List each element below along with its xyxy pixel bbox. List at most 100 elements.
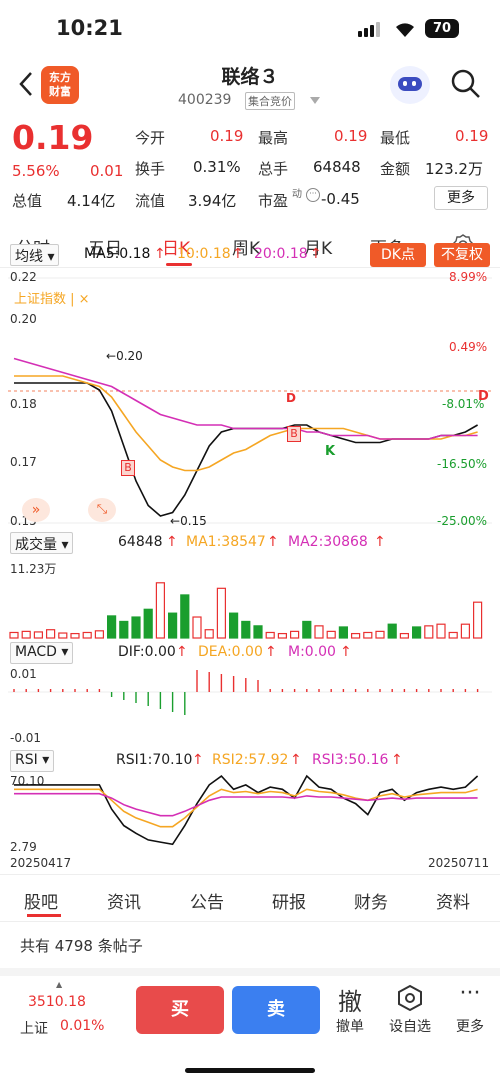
more-label[interactable]: 更多 (450, 1016, 490, 1036)
turnover-label: 换手 (135, 160, 166, 178)
y-tick-right: -25.00% (437, 514, 488, 528)
m-legend: M:0.00 (288, 644, 336, 660)
ma-line-20 (13, 357, 478, 440)
kline-chart[interactable] (0, 268, 500, 530)
vol-ma2-legend: MA2:30868 (288, 534, 368, 550)
float-label: 流值 (135, 192, 166, 210)
tab-research[interactable]: 研报 (272, 888, 306, 913)
tab-announcements[interactable]: 公告 (190, 888, 224, 913)
volume-bar (412, 626, 422, 639)
y-tick: 0.20 (10, 312, 37, 326)
y-tick: 0.22 (10, 270, 37, 284)
volume-bar (460, 623, 470, 639)
more-quote-button[interactable]: 更多 (434, 186, 488, 210)
rsi2-legend: RSI2:57.92 (212, 752, 289, 768)
tab-finance[interactable]: 财务 (354, 888, 388, 913)
index-pct: 0.01% (60, 1018, 105, 1034)
rsi-indicator-select[interactable]: RSI ▾ (10, 750, 55, 772)
macd-chart[interactable] (0, 665, 500, 745)
volume-bar (302, 620, 312, 639)
volume-chart[interactable] (0, 575, 500, 639)
volume-bar (241, 620, 251, 639)
watchlist-icon[interactable] (396, 984, 424, 1012)
rsi-chart[interactable] (0, 770, 500, 855)
y-tick: 0.17 (10, 455, 37, 469)
cancel-order-icon[interactable]: 撤 (330, 982, 370, 1017)
arrow-up-icon: ↑ (310, 246, 322, 262)
more-icon[interactable]: ··· (450, 983, 490, 1005)
volume-bar (168, 612, 178, 639)
active-tab-indicator (166, 263, 192, 266)
expand-left-icon[interactable]: » (22, 498, 50, 522)
pe-sup: 动 (292, 189, 302, 200)
min-label: ←0.15 (170, 514, 207, 528)
volume-bar (387, 623, 397, 639)
cancel-order-label[interactable]: 撤单 (330, 1016, 370, 1036)
date-start: 20250417 (10, 856, 72, 870)
volume-bar (253, 625, 263, 639)
kline-indicator-select[interactable]: 均线 ▾ (10, 244, 60, 266)
info-icon[interactable]: ··· (306, 188, 320, 202)
divider (0, 874, 500, 875)
signal-icon (358, 22, 382, 41)
volume-bar (70, 632, 80, 639)
arrow-up-icon: ↑ (192, 752, 204, 768)
volume-bar (82, 631, 92, 639)
volume-bar (399, 632, 409, 639)
buy-marker[interactable]: B (121, 460, 135, 476)
ma10-legend: 10:0.18 (177, 246, 231, 262)
change-amount: 0.01 (90, 162, 124, 180)
volume-indicator-select[interactable]: 成交量 ▾ (10, 532, 74, 554)
tab-news[interactable]: 资讯 (107, 888, 141, 913)
volume-legend: 64848 (118, 534, 163, 550)
overlay-index-label[interactable]: 上证指数 | × (14, 288, 90, 307)
volume-bar (9, 631, 19, 639)
open-value: 0.19 (210, 127, 244, 145)
volume-bar (180, 594, 190, 639)
volume-bar (290, 630, 300, 639)
volume-bar (192, 616, 202, 639)
index-value[interactable]: 3510.18 (28, 994, 86, 1010)
rsi-line-rsi2 (14, 788, 478, 828)
watchlist-label[interactable]: 设自选 (385, 1016, 435, 1036)
k-marker[interactable]: K (325, 444, 335, 459)
volume-bar (338, 626, 348, 639)
arrow-up-icon: ↑ (265, 644, 277, 660)
buy-marker[interactable]: B (287, 426, 301, 442)
caret-up-icon: ▲ (56, 980, 63, 989)
volume-bar (424, 625, 434, 639)
no-adjust-button[interactable]: 不复权 (434, 243, 490, 267)
dropdown-icon[interactable] (310, 97, 320, 105)
last-price: 0.19 (12, 118, 94, 157)
dea-legend: DEA:0.00 (198, 644, 263, 660)
rsi-line-rsi1 (14, 774, 479, 846)
volume-bar (363, 631, 373, 639)
dk-point-button[interactable]: DK点 (370, 243, 426, 267)
volume-bar (277, 632, 287, 639)
d-marker[interactable]: D (286, 391, 296, 405)
y-tick: 0.18 (10, 397, 37, 411)
volume-bar (94, 630, 105, 639)
low-label: 最低 (380, 129, 411, 147)
search-icon[interactable] (450, 68, 482, 100)
pe-value: -0.45 (321, 190, 360, 208)
home-indicator (185, 1068, 315, 1073)
fullscreen-icon[interactable]: ⤡ (88, 498, 116, 522)
high-value: 0.19 (334, 127, 368, 145)
vol-ma1-legend: MA1:38547 (186, 534, 266, 550)
sell-button[interactable]: 卖 (232, 986, 320, 1034)
arrow-up-icon: ↑ (166, 534, 178, 550)
buy-button[interactable]: 买 (136, 986, 224, 1034)
macd-indicator-select[interactable]: MACD ▾ (10, 642, 74, 664)
tab-profile[interactable]: 资料 (436, 888, 470, 913)
volume-value: 64848 (313, 158, 361, 176)
volume-bar (314, 625, 324, 639)
date-end: 20250711 (428, 856, 490, 870)
index-name: 上证 (20, 1021, 48, 1037)
volume-bar (45, 629, 56, 639)
volume-bar (58, 632, 68, 639)
tab-guba[interactable]: 股吧 (24, 888, 58, 913)
arrow-up-icon: ↑ (267, 534, 279, 550)
ma-line-10 (14, 375, 478, 472)
robot-assistant-icon[interactable] (390, 66, 430, 104)
